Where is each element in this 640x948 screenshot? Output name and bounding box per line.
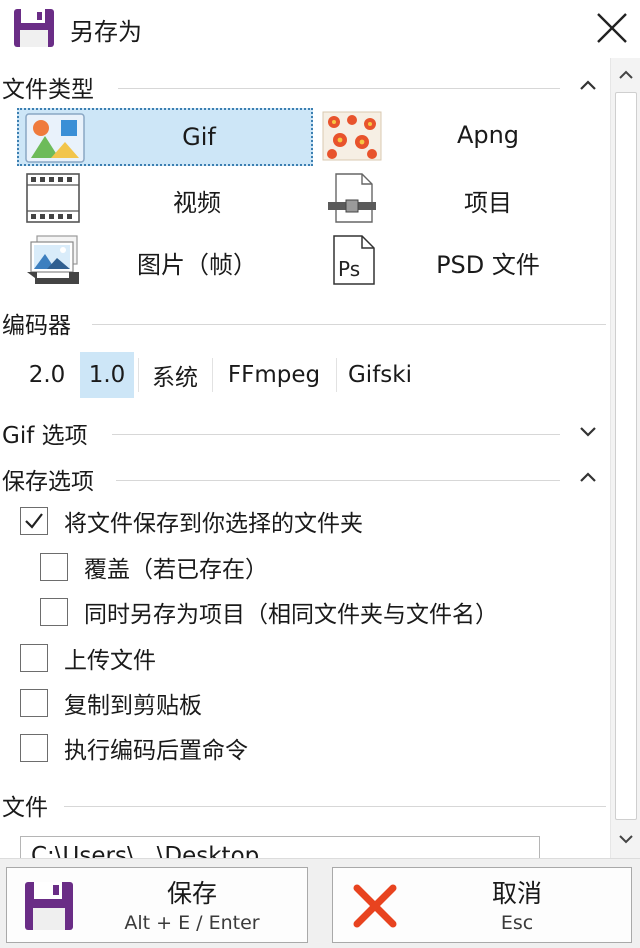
cancel-button-label: 取消 — [491, 879, 542, 908]
encoder-system[interactable]: 系统 — [142, 352, 208, 398]
option-label: 上传文件 — [64, 648, 156, 674]
option-upload-file[interactable]: 上传文件 — [20, 641, 156, 675]
psd-file-icon: Ps — [333, 235, 375, 285]
encoder-separator — [138, 358, 139, 392]
encoder-separator — [212, 358, 213, 392]
file-type-images[interactable]: 图片（帧） — [17, 232, 313, 290]
checkmark-icon — [25, 513, 43, 529]
section-divider — [64, 806, 606, 807]
section-divider — [118, 88, 560, 89]
apng-flowers-icon — [322, 111, 382, 161]
chevron-up-icon[interactable] — [574, 464, 602, 490]
encoder-2-0[interactable]: 2.0 — [20, 352, 74, 398]
svg-text:Ps: Ps — [338, 257, 360, 281]
save-as-window: 另存为 文件类型 Gif Apng 视频 项目 图片（帧） Ps PSD 文件 … — [0, 0, 640, 948]
section-divider — [116, 480, 560, 481]
vertical-scrollbar[interactable] — [610, 58, 640, 858]
checkbox[interactable] — [20, 689, 48, 717]
file-type-label: Gif — [182, 123, 216, 151]
cancel-x-icon — [353, 884, 397, 928]
scroll-up-button[interactable] — [611, 60, 640, 90]
file-type-video[interactable]: 视频 — [17, 170, 313, 228]
section-title-file: 文件 — [2, 795, 48, 821]
section-title-save-options: 保存选项 — [2, 469, 94, 495]
chevron-down-icon[interactable] — [574, 418, 602, 444]
section-title-encoder: 编码器 — [2, 313, 71, 339]
section-title-gif-options: Gif 选项 — [2, 423, 88, 449]
floppy-disk-icon — [25, 882, 73, 930]
images-frames-icon — [27, 235, 79, 284]
scroll-down-button[interactable] — [611, 824, 640, 854]
file-type-label: 图片（帧） — [137, 251, 257, 279]
checkbox[interactable] — [40, 598, 68, 626]
file-path-input[interactable]: C:\Users\...\Desktop — [20, 836, 540, 858]
section-divider — [112, 434, 560, 435]
section-encoder: 编码器 — [0, 300, 610, 340]
action-bar: 保存 Alt + E / Enter 取消 Esc — [0, 858, 640, 948]
file-type-label: 视频 — [173, 189, 221, 217]
option-label: 将文件保存到你选择的文件夹 — [64, 511, 363, 537]
chevron-up-icon — [619, 70, 633, 79]
gif-image-icon — [25, 113, 85, 163]
cancel-shortcut-label: Esc — [500, 912, 534, 934]
title-bar: 另存为 — [0, 0, 640, 58]
file-type-psd[interactable]: Ps PSD 文件 — [316, 232, 608, 290]
file-type-gif[interactable]: Gif — [17, 108, 313, 166]
film-strip-icon — [26, 173, 80, 223]
option-save-to-folder[interactable]: 将文件保存到你选择的文件夹 — [20, 504, 363, 538]
file-type-label: Apng — [456, 121, 520, 149]
save-button[interactable]: 保存 Alt + E / Enter — [6, 867, 308, 943]
chevron-down-icon — [619, 835, 633, 844]
file-type-label: 项目 — [464, 189, 512, 217]
option-label: 同时另存为项目（相同文件夹与文件名） — [84, 602, 498, 628]
section-file-type[interactable]: 文件类型 — [0, 64, 610, 104]
close-icon — [597, 13, 627, 43]
checkbox[interactable] — [20, 734, 48, 762]
encoder-ffmpeg[interactable]: FFmpeg — [216, 352, 332, 398]
scroll-thumb[interactable] — [615, 92, 637, 820]
save-button-label: 保存 — [166, 879, 217, 908]
option-label: 复制到剪贴板 — [64, 693, 202, 719]
option-label: 执行编码后置命令 — [64, 738, 248, 764]
checkbox[interactable] — [20, 507, 48, 535]
encoder-gifski[interactable]: Gifski — [340, 352, 420, 398]
chevron-up-icon[interactable] — [574, 72, 602, 98]
encoder-1-0[interactable]: 1.0 — [80, 352, 134, 398]
section-file: 文件 — [0, 782, 610, 822]
section-save-options[interactable]: 保存选项 — [0, 456, 610, 496]
option-label: 覆盖（若已存在） — [84, 557, 268, 583]
checkbox[interactable] — [40, 553, 68, 581]
option-post-encode-command[interactable]: 执行编码后置命令 — [20, 731, 248, 765]
option-save-as-project[interactable]: 同时另存为项目（相同文件夹与文件名） — [40, 595, 498, 629]
section-gif-options[interactable]: Gif 选项 — [0, 410, 610, 450]
project-file-icon — [328, 173, 376, 223]
file-type-apng[interactable]: Apng — [316, 108, 608, 166]
section-divider — [92, 324, 606, 325]
close-button[interactable] — [590, 6, 634, 50]
option-copy-to-clipboard[interactable]: 复制到剪贴板 — [20, 686, 202, 720]
section-title-file-type: 文件类型 — [2, 77, 94, 103]
window-title: 另存为 — [70, 18, 142, 46]
checkbox[interactable] — [20, 644, 48, 672]
option-overwrite[interactable]: 覆盖（若已存在） — [40, 550, 268, 584]
floppy-disk-icon — [14, 9, 54, 47]
file-type-label: PSD 文件 — [436, 251, 540, 279]
encoder-separator — [336, 358, 337, 392]
file-type-project[interactable]: 项目 — [316, 170, 608, 228]
save-shortcut-label: Alt + E / Enter — [124, 912, 260, 934]
cancel-button[interactable]: 取消 Esc — [332, 867, 632, 943]
options-panel: 文件类型 Gif Apng 视频 项目 图片（帧） Ps PSD 文件 编码器 … — [0, 58, 610, 858]
